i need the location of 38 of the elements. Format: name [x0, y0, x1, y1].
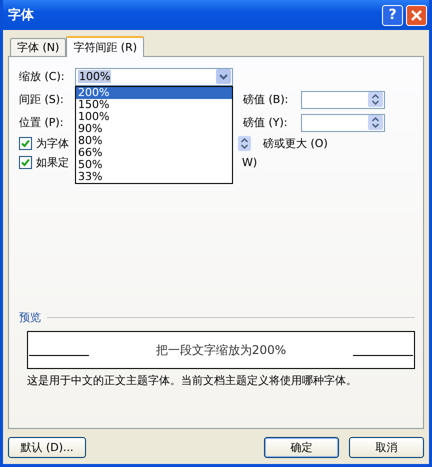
checkbox-label: 为字体: [36, 136, 70, 151]
help-button[interactable]: ?: [382, 4, 403, 26]
dropdown-option[interactable]: 90%: [76, 122, 232, 134]
dialog-button[interactable]: 取消: [349, 437, 424, 458]
dropdown-option[interactable]: 150%: [76, 98, 232, 110]
dialog-button[interactable]: 默认 (D)...: [8, 437, 86, 458]
points-label: 磅值 (Y):: [243, 115, 289, 130]
spinner-arrows-icon: [238, 136, 251, 151]
points-spinner[interactable]: [301, 90, 385, 108]
dropdown-option[interactable]: 100%: [76, 110, 232, 122]
tab[interactable]: 字符间距 (R): [66, 36, 144, 57]
checkbox[interactable]: [19, 137, 32, 150]
checkbox[interactable]: [19, 156, 32, 169]
option-text: 磅或更大 (O): [263, 136, 328, 151]
field-label: 位置 (P):: [19, 115, 64, 130]
preview-sample-text: 把一段文字缩放为200%: [156, 342, 286, 358]
close-button[interactable]: [406, 4, 427, 26]
field-label: 间距 (S):: [19, 92, 65, 107]
preview-heading: 预览: [19, 310, 41, 325]
size-spinner[interactable]: [238, 136, 253, 151]
spinner-arrows-icon: [368, 115, 383, 130]
window-title: 字体: [8, 6, 34, 24]
points-spinner[interactable]: [301, 114, 385, 132]
tab[interactable]: 字体 (N): [10, 38, 66, 56]
close-icon: [410, 8, 423, 22]
points-label: 磅值 (B):: [243, 92, 290, 107]
dropdown-option[interactable]: 66%: [76, 146, 232, 158]
scale-label: 缩放 (C):: [19, 69, 66, 84]
checkbox-label: 如果定: [36, 155, 70, 170]
dropdown-option[interactable]: 33%: [76, 170, 232, 182]
dialog-button[interactable]: 确定: [264, 437, 339, 458]
option-text: W): [242, 156, 258, 169]
dropdown-option[interactable]: 80%: [76, 134, 232, 146]
spinner-arrows-icon: [368, 92, 383, 107]
preview-caption: 这是用于中文的正文主题字体。当前文档主题定义将使用哪种字体。: [27, 373, 358, 388]
dropdown-option[interactable]: 50%: [76, 158, 232, 170]
dropdown-option[interactable]: 200%: [76, 86, 232, 98]
combo-value: 100%: [78, 70, 112, 83]
